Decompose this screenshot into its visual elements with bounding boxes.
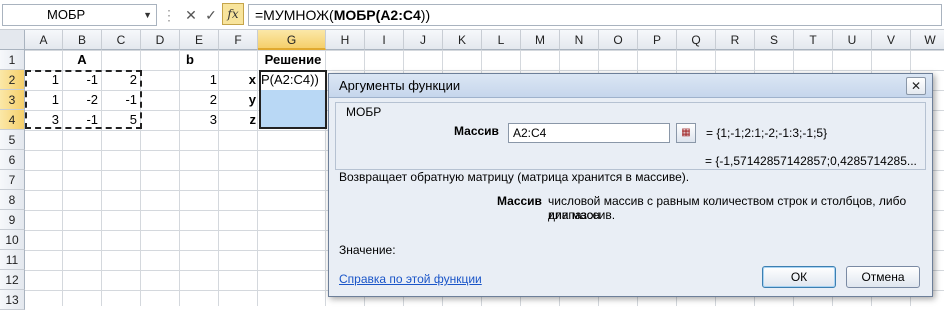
chevron-down-icon[interactable]: ▼: [143, 5, 152, 25]
formula-function: МОБР: [333, 7, 376, 23]
array-arg-input[interactable]: A2:C4: [508, 123, 670, 143]
row-header-12[interactable]: 12: [0, 270, 25, 290]
row-header-1[interactable]: 1: [0, 50, 25, 70]
column-header-D[interactable]: D: [141, 30, 180, 50]
enter-icon[interactable]: ✓: [202, 4, 220, 26]
value-label: Значение:: [339, 243, 396, 257]
row-header-6[interactable]: 6: [0, 150, 25, 170]
cell-E4[interactable]: 3: [182, 110, 221, 130]
arg-desc-label: Массив: [497, 194, 542, 208]
row-header-2[interactable]: 2: [0, 70, 25, 90]
cell-E1[interactable]: b: [180, 50, 200, 70]
column-header-A[interactable]: A: [25, 30, 63, 50]
column-header-N[interactable]: N: [560, 30, 599, 50]
row-header-13[interactable]: 13: [0, 290, 25, 310]
ok-button[interactable]: ОК: [762, 266, 836, 288]
row-header-5[interactable]: 5: [0, 130, 25, 150]
column-header-B[interactable]: B: [63, 30, 102, 50]
column-header-T[interactable]: T: [794, 30, 833, 50]
cell-E3[interactable]: 2: [182, 90, 221, 110]
column-header-M[interactable]: M: [521, 30, 560, 50]
dialog-titlebar[interactable]: Аргументы функции ✕: [329, 74, 932, 98]
arg-label: Массив: [454, 124, 499, 138]
function-description: Возвращает обратную матрицу (матрица хра…: [339, 170, 690, 184]
cell-B1[interactable]: A: [63, 50, 101, 70]
row-header-8[interactable]: 8: [0, 190, 25, 210]
column-header-O[interactable]: O: [599, 30, 638, 50]
more-icon: ⋮: [162, 7, 176, 23]
column-header-G[interactable]: G: [258, 30, 326, 50]
insert-function-button[interactable]: fx: [222, 3, 244, 25]
close-icon[interactable]: ✕: [906, 77, 926, 95]
name-box-value: МОБР: [47, 7, 86, 22]
formula-ref: A2:C4: [380, 7, 421, 23]
cell-F3[interactable]: y: [221, 90, 260, 110]
arg-desc-line2: или массив.: [548, 208, 616, 222]
collapse-dialog-icon[interactable]: ▦: [676, 123, 696, 143]
column-header-W[interactable]: W: [911, 30, 944, 50]
row-header-10[interactable]: 10: [0, 230, 25, 250]
cancel-button[interactable]: Отмена: [846, 266, 920, 288]
column-header-U[interactable]: U: [833, 30, 872, 50]
cell-G1[interactable]: Решение: [259, 50, 327, 70]
function-arguments-dialog: Аргументы функции ✕ МОБР Массив A2:C4 ▦ …: [328, 73, 933, 297]
column-header-P[interactable]: P: [638, 30, 677, 50]
name-box[interactable]: МОБР ▼: [2, 4, 157, 26]
cell-E2[interactable]: 1: [182, 70, 221, 90]
function-name: МОБР: [344, 105, 384, 119]
grid-vline: [179, 50, 180, 306]
column-header-I[interactable]: I: [365, 30, 404, 50]
help-link[interactable]: Справка по этой функции: [339, 272, 482, 286]
column-header-E[interactable]: E: [180, 30, 219, 50]
column-header-J[interactable]: J: [404, 30, 443, 50]
formula-bar: МОБР ▼ ⋮ ✕ ✓ fx =МУМНОЖ(МОБР(A2:C4)): [0, 0, 944, 30]
formula-input[interactable]: =МУМНОЖ(МОБР(A2:C4)): [248, 4, 942, 26]
column-header-F[interactable]: F: [219, 30, 258, 50]
cell-F4[interactable]: z: [221, 110, 260, 130]
row-header-9[interactable]: 9: [0, 210, 25, 230]
column-header-V[interactable]: V: [872, 30, 911, 50]
column-header-K[interactable]: K: [443, 30, 482, 50]
cell-G2-editing[interactable]: Р(A2:C4)): [259, 70, 329, 90]
column-header-C[interactable]: C: [102, 30, 141, 50]
column-header-H[interactable]: H: [326, 30, 365, 50]
dialog-title: Аргументы функции: [339, 78, 461, 93]
column-header-R[interactable]: R: [716, 30, 755, 50]
column-header-Q[interactable]: Q: [677, 30, 716, 50]
column-header-L[interactable]: L: [482, 30, 521, 50]
arg-result: = {1;-1;2:1;-2;-1:3;-1;5}: [706, 126, 828, 140]
formula-prefix: =МУМНОЖ(: [255, 7, 334, 23]
column-header-S[interactable]: S: [755, 30, 794, 50]
row-header-11[interactable]: 11: [0, 250, 25, 270]
row-header-4[interactable]: 4: [0, 110, 25, 130]
formula-result-preview: = {-1,57142857142857;0,4285714285...: [705, 154, 917, 168]
row-header-3[interactable]: 3: [0, 90, 25, 110]
cell-F2[interactable]: x: [221, 70, 260, 90]
select-all-corner[interactable]: [0, 30, 25, 50]
formula-suffix: )): [420, 7, 431, 23]
cancel-icon[interactable]: ✕: [182, 4, 200, 26]
copy-marquee-range: [25, 70, 142, 129]
row-header-7[interactable]: 7: [0, 170, 25, 190]
